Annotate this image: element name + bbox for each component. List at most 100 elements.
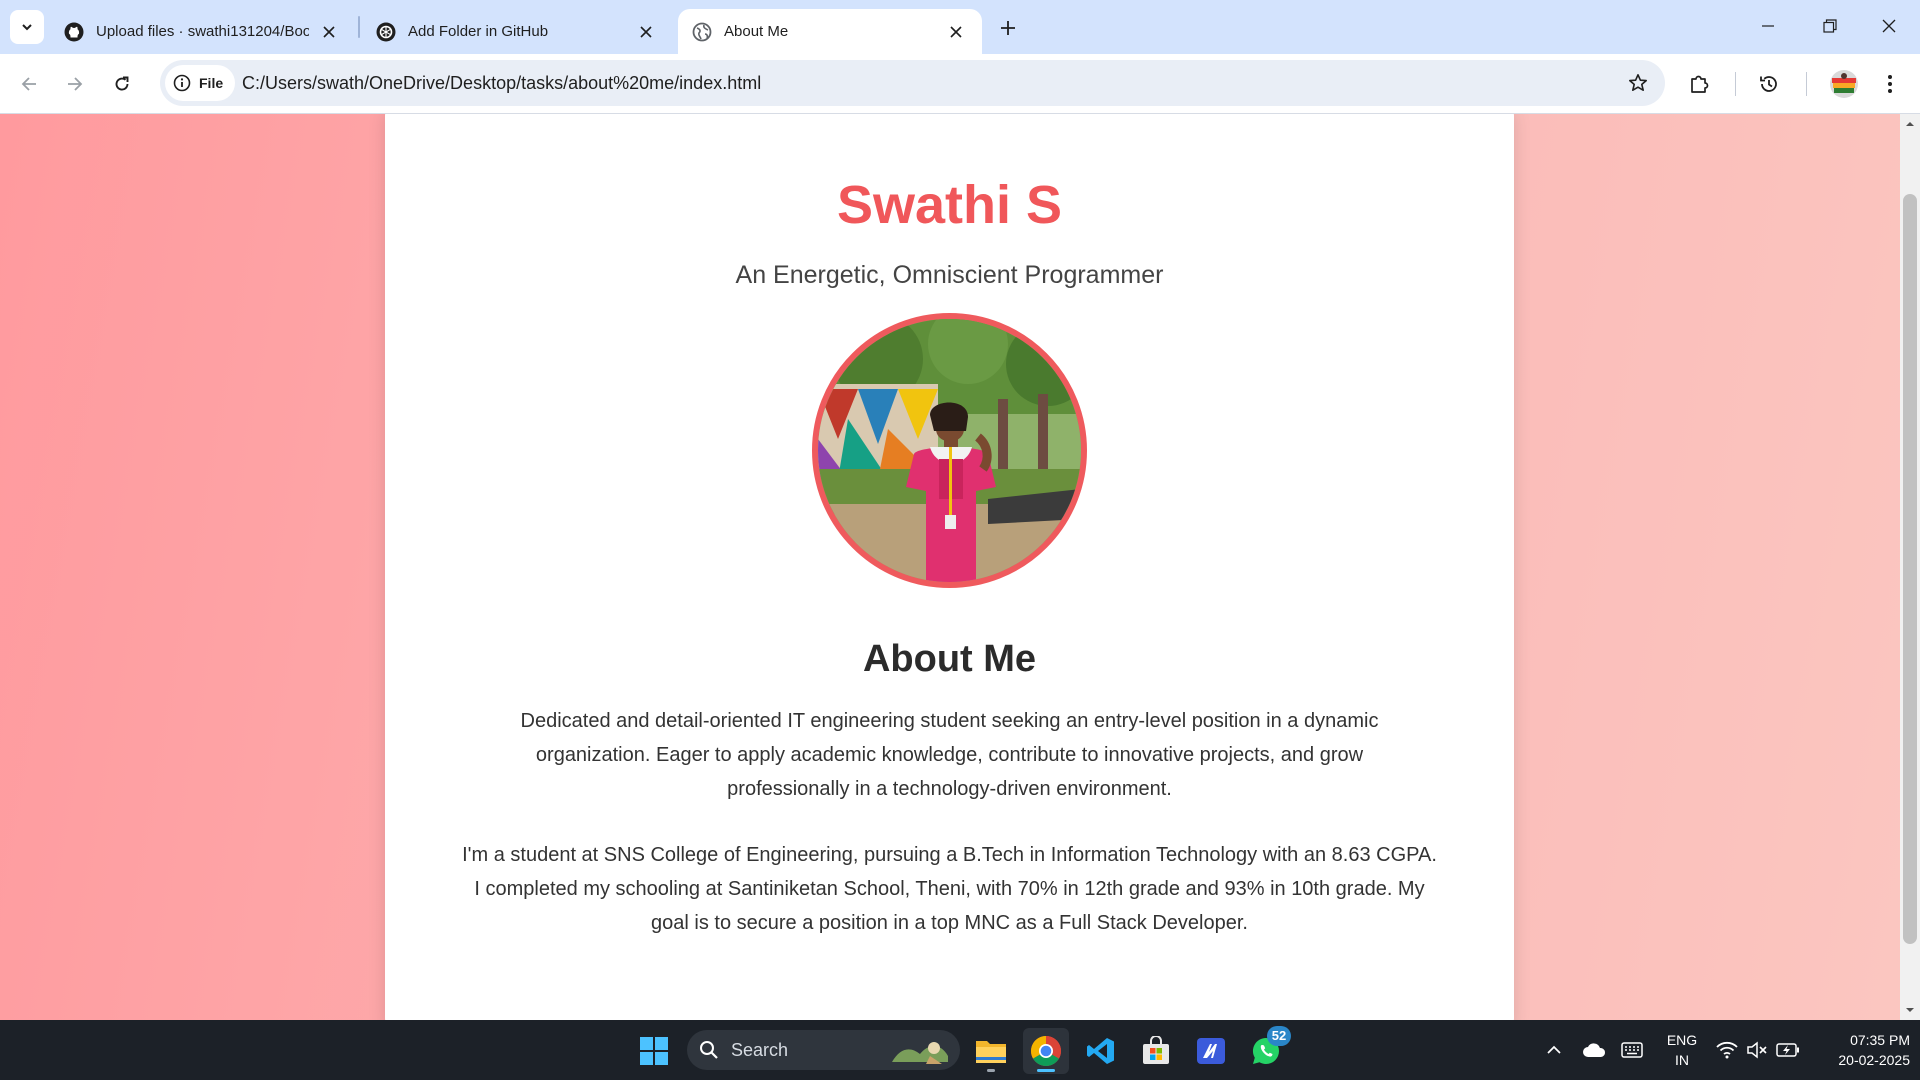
taskbar-app-whatsapp[interactable]: 52 [1243, 1026, 1291, 1074]
star-icon [1629, 74, 1647, 91]
close-icon[interactable] [944, 20, 968, 44]
plus-icon [1001, 21, 1015, 35]
history-icon [1760, 76, 1777, 92]
arrow-right-icon [68, 77, 83, 91]
reload-button[interactable] [104, 66, 140, 102]
scroll-down-icon[interactable] [1904, 1004, 1916, 1016]
close-window-button[interactable] [1858, 0, 1920, 52]
profile-avatar-icon [1830, 70, 1858, 98]
tab-title: About Me [724, 23, 789, 40]
globe-icon [692, 22, 712, 41]
system-clock[interactable]: 07:35 PM 20-02-2025 [1810, 1030, 1910, 1070]
clock-time: 07:35 PM [1850, 1032, 1910, 1048]
info-icon [173, 74, 191, 92]
tab-upload-files[interactable]: Upload files · swathi131204/Bootc [50, 9, 355, 54]
clock-date: 20-02-2025 [1838, 1052, 1910, 1068]
scrollbar-thumb[interactable] [1903, 194, 1917, 944]
taskbar-app-editor[interactable] [1188, 1028, 1234, 1074]
new-tab-button[interactable] [992, 12, 1024, 44]
notification-badge: 52 [1267, 1026, 1291, 1046]
search-placeholder: Search [731, 1039, 789, 1060]
close-icon [1882, 19, 1896, 33]
scheme-label: File [199, 75, 224, 91]
chevron-up-icon [1547, 1045, 1561, 1054]
page-viewport: Swathi S An Energetic, Omniscient Progra… [0, 114, 1900, 1020]
close-icon[interactable] [634, 20, 658, 44]
restore-button[interactable] [1799, 0, 1861, 52]
start-button[interactable] [631, 1028, 677, 1074]
tab-about-me[interactable]: About Me [678, 9, 982, 54]
address-bar[interactable]: File C:/Users/swath/OneDrive/Desktop/tas… [160, 60, 1665, 106]
minimize-icon [1762, 25, 1774, 27]
browser-toolbar: File C:/Users/swath/OneDrive/Desktop/tas… [0, 54, 1920, 114]
active-indicator [1037, 1069, 1055, 1072]
onedrive-tray[interactable] [1580, 1020, 1608, 1080]
github-icon [64, 22, 84, 41]
minimize-button[interactable] [1737, 0, 1799, 52]
about-paragraph: Dedicated and detail-oriented IT enginee… [520, 710, 1379, 800]
battery-tray[interactable] [1774, 1020, 1802, 1080]
search-highlight-icon [892, 1042, 948, 1064]
toolbar-divider [1806, 72, 1807, 96]
url-text[interactable]: C:/Users/swath/OneDrive/Desktop/tasks/ab… [242, 60, 761, 106]
show-hidden-icons-button[interactable] [1542, 1020, 1566, 1080]
restore-icon [1823, 19, 1837, 33]
openai-icon [376, 22, 396, 41]
site-info-chip[interactable]: File [165, 65, 236, 101]
keyboard-icon [1621, 1042, 1643, 1058]
scroll-up-icon[interactable] [1904, 118, 1916, 130]
volume-muted-icon [1747, 1041, 1767, 1059]
profile-avatar[interactable] [1830, 70, 1858, 98]
bookmark-button[interactable] [1623, 68, 1653, 98]
tab-strip: Upload files · swathi131204/Bootc Add Fo… [0, 0, 1920, 54]
page-scrollbar[interactable] [1900, 114, 1920, 1020]
profile-photo [812, 313, 1087, 588]
puzzle-icon [1691, 75, 1709, 93]
arrow-left-icon [21, 77, 36, 91]
profile-card: Swathi S An Energetic, Omniscient Progra… [385, 114, 1514, 1020]
about-heading: About Me [862, 638, 1037, 680]
tab-divider [358, 16, 360, 38]
language-region: IN [1675, 1052, 1689, 1068]
taskbar-app-vscode[interactable] [1078, 1028, 1124, 1074]
forward-button[interactable] [57, 66, 93, 102]
chrome-icon [1030, 1036, 1062, 1067]
taskbar-app-chrome[interactable] [1023, 1028, 1069, 1074]
tab-search-button[interactable] [10, 10, 44, 44]
tab-title: Add Folder in GitHub [408, 23, 549, 40]
microsoft-store-icon [1143, 1036, 1169, 1064]
language-code: ENG [1666, 1032, 1698, 1048]
profile-tagline: An Energetic, Omniscient Programmer [735, 261, 1164, 289]
search-icon [700, 1041, 718, 1059]
about-paragraph: I'm a student at SNS College of Engineer… [462, 844, 1437, 934]
volume-tray[interactable] [1744, 1020, 1770, 1080]
close-icon[interactable] [317, 20, 341, 44]
menu-button[interactable] [1872, 66, 1908, 102]
input-language[interactable]: ENG IN [1662, 1030, 1702, 1070]
running-indicator [987, 1069, 995, 1072]
editor-app-icon [1197, 1038, 1225, 1064]
network-tray[interactable] [1714, 1020, 1740, 1080]
profile-name: Swathi S [836, 175, 1063, 235]
more-vert-icon [1888, 75, 1892, 93]
reload-icon [115, 76, 129, 91]
history-button[interactable] [1751, 66, 1787, 102]
battery-charging-icon [1776, 1043, 1799, 1057]
windows-start-icon [640, 1037, 668, 1065]
taskbar-search[interactable]: Search [687, 1030, 960, 1070]
profile-photo-image [818, 319, 1081, 582]
file-explorer-icon [976, 1041, 1006, 1063]
taskbar-app-file-explorer[interactable] [968, 1028, 1014, 1074]
tab-add-folder[interactable]: Add Folder in GitHub [362, 9, 672, 54]
windows-taskbar: Search 52 ENG IN 07:35 PM 20-02-2025 [0, 1020, 1920, 1080]
taskbar-app-store[interactable] [1133, 1028, 1179, 1074]
toolbar-divider [1735, 72, 1736, 96]
extensions-button[interactable] [1681, 66, 1717, 102]
chevron-down-icon [22, 24, 32, 31]
back-button[interactable] [11, 66, 47, 102]
touch-keyboard-tray[interactable] [1618, 1020, 1646, 1080]
vscode-icon [1087, 1038, 1114, 1064]
tab-title: Upload files · swathi131204/Bootc [96, 23, 309, 40]
cloud-icon [1583, 1043, 1606, 1057]
wifi-icon [1716, 1041, 1738, 1059]
